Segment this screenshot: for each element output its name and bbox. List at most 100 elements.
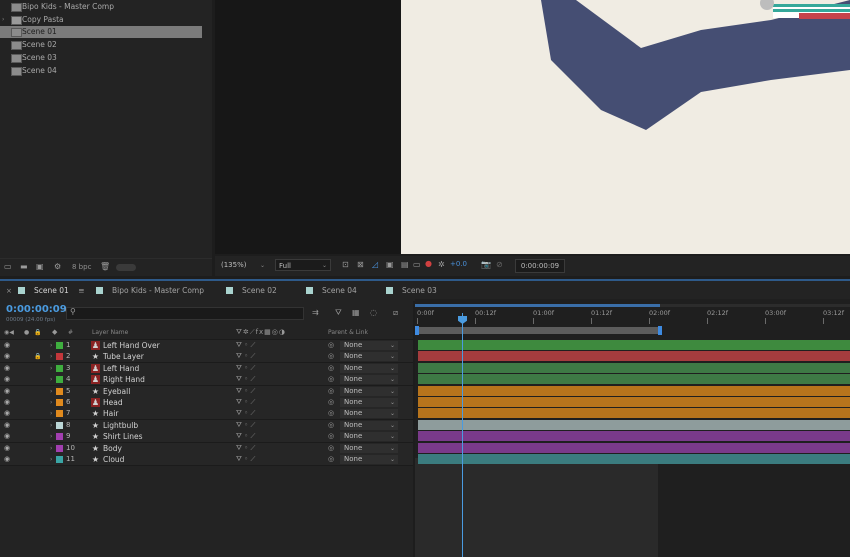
work-area-start-handle[interactable] [415, 326, 419, 335]
region-of-interest-icon[interactable]: ⊡ [342, 260, 349, 269]
tab-scene-04[interactable]: Scene 04 [306, 281, 357, 301]
project-item-list: Bipo Kids - Master Comp › Copy Pasta Scene … [0, 0, 212, 80]
interpret-footage-icon[interactable]: ▭ [4, 262, 12, 271]
navigator-bar[interactable] [415, 304, 850, 307]
layer-duration-bar[interactable] [418, 362, 850, 373]
layer-duration-bar[interactable] [418, 454, 850, 464]
project-item[interactable]: Scene 04 [0, 65, 202, 77]
show-snapshot-icon[interactable]: ⊘ [496, 260, 503, 269]
project-item[interactable]: Scene 02 [0, 39, 202, 51]
zoom-dropdown[interactable]: (135%) ⌄ [221, 260, 265, 271]
resolution-dropdown[interactable]: Full ⌄ [275, 259, 331, 271]
tab-color-swatch [226, 287, 233, 294]
ruler-tick-label: 03:00f [765, 309, 787, 317]
chevron-down-icon: ⌄ [321, 262, 327, 269]
solo-icon: ● [24, 329, 30, 336]
shy-icon[interactable]: ▦ [352, 308, 360, 317]
composition-icon [11, 3, 22, 12]
exposure-value[interactable]: +0.0 [450, 260, 467, 268]
tab-color-swatch [386, 287, 393, 294]
project-item[interactable]: Scene 03 [0, 52, 202, 64]
lock-icon: 🔒 [34, 329, 42, 336]
av-features-icon: ◉◀ [4, 329, 14, 336]
zoom-value: (135%) [221, 261, 247, 269]
project-item-label: Scene 01 [22, 27, 57, 37]
current-time[interactable]: 0:00:00:09 [6, 304, 67, 315]
close-icon[interactable]: × [6, 281, 12, 301]
tab-bipo-kids-master-comp[interactable]: Bipo Kids - Master Comp [96, 281, 204, 301]
shirt-stripe-red [799, 13, 850, 19]
layer-duration-bar[interactable] [418, 351, 850, 362]
new-folder-icon[interactable]: ▬ [20, 262, 28, 271]
tab-scene-03[interactable]: Scene 03 [386, 281, 437, 301]
new-comp-icon[interactable]: ▣ [36, 262, 44, 271]
project-item-label: Copy Pasta [22, 14, 64, 24]
chevron-right-icon[interactable]: › [2, 14, 4, 26]
layer-duration-bar[interactable] [418, 431, 850, 442]
project-item-label: Bipo Kids - Master Comp [22, 2, 114, 11]
transparency-grid-icon[interactable]: ⊠ [357, 260, 364, 269]
tab-color-swatch [306, 287, 313, 294]
ruler-tick-label: 0:00f [417, 309, 434, 317]
delete-icon[interactable]: 🗑 [100, 262, 110, 271]
tab-color-swatch [18, 287, 25, 294]
comp-mini-flowchart-icon[interactable]: ⇉ [312, 308, 319, 317]
draft-3d-icon[interactable]: ⛛ [335, 308, 342, 318]
tab-label: Scene 01 [34, 286, 69, 295]
layer-search-input[interactable]: ⚲ [66, 307, 304, 320]
tab-scene-01[interactable]: Scene 01 ≡ [18, 281, 84, 301]
grid-icon[interactable]: ▤ [401, 260, 409, 269]
project-item-label: Scene 02 [22, 40, 57, 50]
project-item[interactable]: Scene 01 [0, 26, 202, 39]
column-number: # [68, 329, 74, 336]
tab-scene-02[interactable]: Scene 02 [226, 281, 277, 301]
ruler-tick [765, 318, 766, 324]
channel-icon[interactable]: ▭ [413, 260, 421, 269]
column-parent[interactable]: Parent & Link [328, 329, 368, 336]
project-item-label: Scene 04 [22, 65, 57, 75]
layer-duration-bar[interactable] [418, 397, 850, 407]
navigator-range[interactable] [415, 304, 660, 307]
layer-duration-bar[interactable] [418, 385, 850, 396]
comp-canvas [401, 0, 850, 254]
layer-duration-bar[interactable] [418, 340, 850, 350]
ruler-tick-label: 00:12f [475, 309, 497, 317]
mask-visibility-icon[interactable]: ◿ [372, 260, 378, 269]
ruler-tick [707, 318, 708, 324]
viewer-timecode[interactable]: 0:00:00:09 [515, 259, 565, 273]
tab-label: Scene 02 [242, 286, 277, 295]
project-toolbar: ▭ ▬ ▣ ⚙ 8 bpc 🗑 [0, 258, 212, 276]
playhead-line [462, 313, 463, 557]
shirt-stripe-teal-2 [773, 9, 850, 12]
project-item[interactable]: Bipo Kids - Master Comp [0, 1, 202, 13]
bpc-label[interactable]: 8 bpc [72, 263, 91, 271]
layer-duration-bar[interactable] [418, 408, 850, 419]
work-area-bar[interactable] [417, 327, 660, 334]
composition-icon [11, 53, 22, 63]
motion-blur-icon[interactable]: ◌ [370, 308, 377, 317]
resolution-value: Full [279, 262, 291, 270]
ruler-tick [533, 318, 534, 324]
lightbulb-base [760, 0, 774, 10]
ruler-tick-label: 03:12f [823, 309, 845, 317]
color-channels-icon[interactable]: ● [425, 259, 432, 268]
project-item[interactable]: › Copy Pasta [0, 14, 202, 26]
ruler-tick [649, 318, 650, 324]
guides-icon[interactable]: ▣ [386, 260, 394, 269]
layer-duration-bar[interactable] [418, 374, 850, 385]
exposure-reset-icon[interactable]: ✲ [438, 260, 445, 269]
tab-label: Scene 04 [322, 286, 357, 295]
layer-duration-bar[interactable] [418, 419, 850, 430]
work-area-end-handle[interactable] [658, 326, 662, 335]
label-icon: ◆ [52, 328, 58, 336]
snapshot-icon[interactable]: 📷 [481, 260, 491, 269]
layer-column-header: ◉◀ ● 🔒 ◆ # Layer Name ⛛✲⟋fx▦◎◑ Parent & … [0, 328, 413, 340]
menu-icon[interactable]: ≡ [78, 286, 84, 295]
project-settings-icon[interactable]: ⚙ [54, 262, 61, 271]
graph-editor-icon[interactable]: ⧄ [393, 308, 398, 318]
ruler-tick [823, 318, 824, 324]
switches-icons: ⛛✲⟋fx▦◎◑ [236, 328, 287, 336]
thumbnail-slider[interactable] [116, 264, 136, 271]
column-layer-name[interactable]: Layer Name [92, 329, 128, 336]
layer-duration-bar[interactable] [418, 442, 850, 453]
